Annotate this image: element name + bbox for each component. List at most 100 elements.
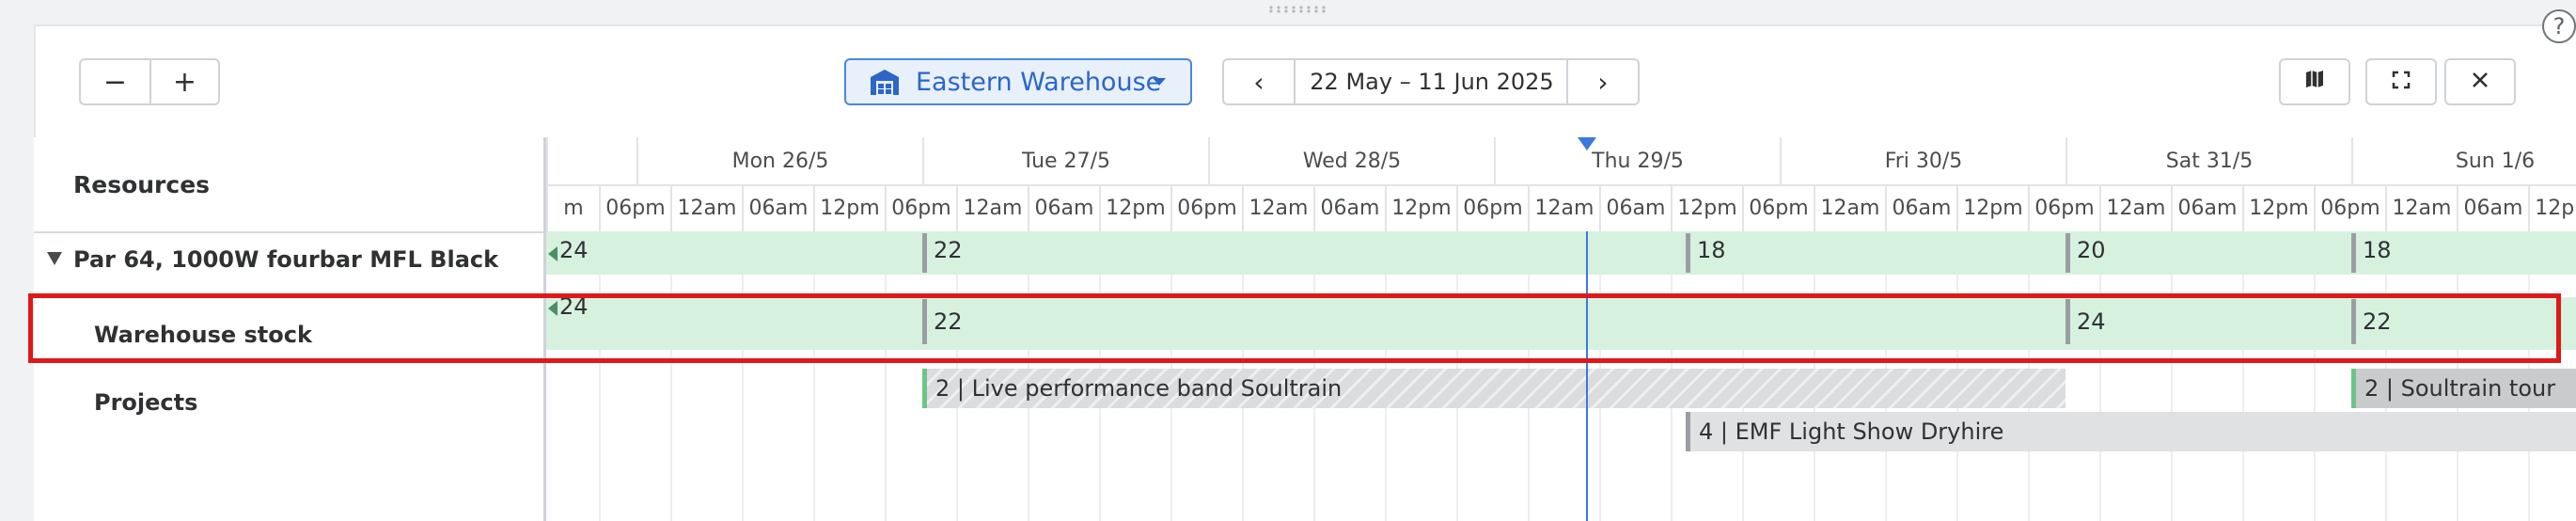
- hour-header-cell: 06am: [1028, 184, 1099, 231]
- day-header-cell: Mon 26/5: [636, 137, 922, 184]
- chevron-down-icon: [1153, 78, 1166, 86]
- grid-line: [599, 231, 601, 521]
- hour-header-cell: 06pm: [2028, 184, 2099, 231]
- hour-header-cell: 12pm: [1099, 184, 1170, 231]
- project-start-marker: [2351, 369, 2356, 408]
- hour-header-cell: 12am: [2099, 184, 2171, 231]
- warehouse-select[interactable]: Eastern Warehouse: [844, 58, 1192, 105]
- grid-line: [2171, 231, 2173, 521]
- day-header-cell: Fri 30/5: [1780, 137, 2066, 184]
- project-label: 4 | EMF Light Show Dryhire: [1699, 418, 2004, 445]
- availability-value-label: 18: [1697, 237, 1726, 263]
- hour-header-cell: 06am: [1599, 184, 1671, 231]
- hour-header-cell: 12am: [2385, 184, 2457, 231]
- availability-value-label: 18: [2363, 237, 2392, 263]
- hour-header-cell: 06pm: [1742, 184, 1814, 231]
- date-navigator: ‹ 22 May – 11 Jun 2025 ›: [1222, 58, 1640, 105]
- hour-header-cell: 06pm: [885, 184, 956, 231]
- availability-bar-par64[interactable]: [546, 231, 2576, 275]
- resource-label: Warehouse stock: [94, 322, 312, 348]
- project-bar-soultrain-tour[interactable]: 2 | Soultrain tour: [2351, 369, 2576, 408]
- hour-header-cell: 06pm: [1456, 184, 1528, 231]
- resource-row-projects[interactable]: Projects: [34, 363, 543, 438]
- resources-header-label: Resources: [73, 171, 211, 198]
- grid-line: [2099, 231, 2101, 521]
- timeline: Mon 26/5 Tue 27/5 Wed 28/5 Thu 29/5 Fri …: [546, 137, 2576, 521]
- hour-header-cell: 06am: [2457, 184, 2528, 231]
- close-icon: [2471, 68, 2490, 96]
- zoom-controls: − +: [79, 58, 220, 105]
- resources-header: Resources: [34, 137, 543, 233]
- availability-bar-warehouse-stock[interactable]: [546, 297, 2576, 350]
- stock-value-label: 24: [559, 293, 589, 320]
- scroll-left-icon[interactable]: [548, 301, 558, 316]
- grid-line: [885, 231, 887, 521]
- availability-value-label: 22: [934, 237, 963, 263]
- previous-range-button[interactable]: ‹: [1224, 60, 1296, 103]
- project-bar-live-performance[interactable]: 2 | Live performance band Soultrain: [922, 369, 2066, 408]
- segment-start-marker: [922, 233, 927, 273]
- segment-start-marker: [922, 299, 927, 344]
- segment-start-marker: [2066, 233, 2070, 273]
- hour-header-cell: 06am: [1313, 184, 1385, 231]
- collapse-triangle-icon[interactable]: [47, 252, 62, 265]
- hour-header-cell: 12pm: [1385, 184, 1456, 231]
- day-header-cell: Sat 31/5: [2066, 137, 2351, 184]
- scroll-left-icon[interactable]: [548, 246, 558, 261]
- hour-header-cell: 06am: [742, 184, 813, 231]
- hour-header-cell: 12pm: [1956, 184, 2028, 231]
- resource-row-par64[interactable]: Par 64, 1000W fourbar MFL Black: [34, 231, 543, 288]
- project-start-marker: [1686, 412, 1690, 451]
- segment-start-marker: [2351, 233, 2356, 273]
- zoom-out-button[interactable]: −: [81, 60, 151, 103]
- current-time-marker: [1578, 137, 1596, 150]
- grid-line: [742, 231, 744, 521]
- warehouse-icon: [869, 68, 901, 96]
- grid-line: [670, 231, 672, 521]
- segment-start-marker: [1686, 233, 1690, 273]
- segment-start-marker: [2066, 299, 2070, 344]
- hour-header-cell: 12am: [1242, 184, 1313, 231]
- warehouse-label: Eastern Warehouse: [916, 67, 1162, 97]
- grid-line: [2242, 231, 2244, 521]
- zoom-in-button[interactable]: +: [150, 60, 219, 103]
- hour-header-cell: 12am: [670, 184, 742, 231]
- hour-header-cell: 12am: [956, 184, 1028, 231]
- day-header-cell: Thu 29/5: [1494, 137, 1780, 184]
- resource-label: Par 64, 1000W fourbar MFL Black: [73, 246, 499, 273]
- hour-header-cell: 12pm: [2528, 184, 2576, 231]
- day-header-cell: [546, 137, 636, 184]
- day-header-cell: Tue 27/5: [922, 137, 1208, 184]
- scheduler-grid: Resources Par 64, 1000W fourbar MFL Blac…: [34, 137, 2576, 521]
- next-range-button[interactable]: ›: [1566, 60, 1638, 103]
- expand-icon: [2392, 68, 2411, 96]
- stock-value-label: 22: [934, 308, 963, 335]
- project-bar-emf-light-show[interactable]: 4 | EMF Light Show Dryhire: [1686, 412, 2576, 451]
- day-header-cell: Sun 1/6: [2351, 137, 2576, 184]
- date-range-label[interactable]: 22 May – 11 Jun 2025: [1296, 60, 1568, 103]
- hour-header-cell: 12pm: [1671, 184, 1742, 231]
- segment-start-marker: [2351, 299, 2356, 344]
- availability-value-label: 20: [2077, 237, 2106, 263]
- hour-header-cell: 12pm: [813, 184, 885, 231]
- drag-handle-icon[interactable]: [1267, 6, 1327, 13]
- hour-header-cell: 06am: [2171, 184, 2242, 231]
- hour-header-cell: 06pm: [2314, 184, 2385, 231]
- stock-value-label: 22: [2363, 308, 2392, 335]
- hour-header-cell: 12pm: [2242, 184, 2314, 231]
- day-header-row: Mon 26/5 Tue 27/5 Wed 28/5 Thu 29/5 Fri …: [546, 137, 2576, 186]
- hour-header-cell: 06am: [1885, 184, 1956, 231]
- hour-header-cell: m: [546, 184, 599, 231]
- hour-header-cell: 06pm: [1170, 184, 1242, 231]
- fullscreen-button[interactable]: [2365, 58, 2437, 105]
- map-icon: [2304, 68, 2325, 96]
- hour-header-row: m 06pm 12am 06am 12pm 06pm 12am 06am 12pm 06pm 12a…: [546, 184, 2576, 233]
- resource-row-warehouse-stock[interactable]: Warehouse stock: [34, 297, 543, 363]
- grid-line: [813, 231, 815, 521]
- hour-header-cell: 12am: [1814, 184, 1885, 231]
- close-button[interactable]: [2444, 58, 2516, 105]
- grid-line: [2314, 231, 2316, 521]
- help-icon[interactable]: ?: [2542, 9, 2576, 43]
- stock-value-label: 24: [2077, 308, 2106, 335]
- map-view-button[interactable]: [2279, 58, 2350, 105]
